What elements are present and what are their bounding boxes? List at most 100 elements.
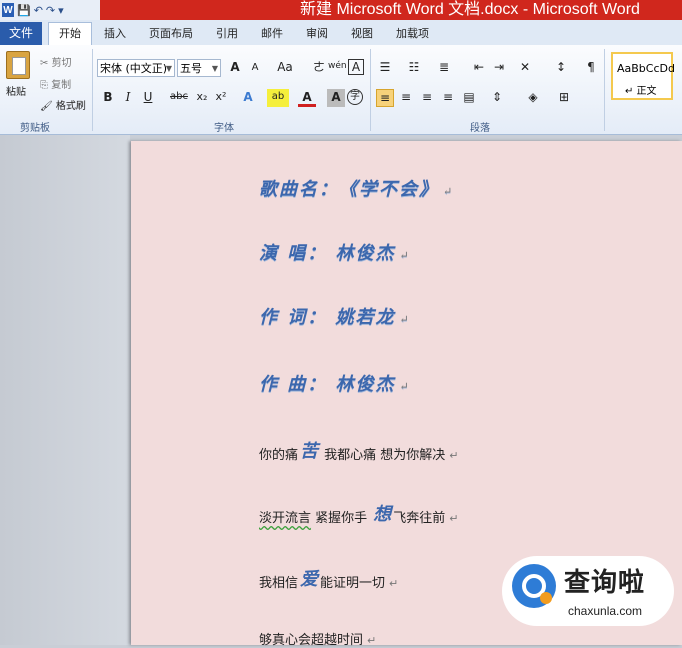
bullets-icon[interactable]: ☰ [376, 59, 394, 77]
quick-access-toolbar: W 💾 ↶ ↷ ▾ [0, 0, 100, 20]
show-marks-icon[interactable]: ¶ [582, 59, 600, 77]
paragraph-group-label: 段落 [470, 123, 490, 134]
font-size-value: 五号 [180, 62, 202, 75]
lyric-2-emphasis: 想 [373, 504, 392, 525]
lyric-2c: 飞奔往前 [393, 511, 446, 526]
style-sample: AaBbCcDd [617, 62, 675, 75]
undo-icon[interactable]: ↶ [34, 4, 43, 17]
font-color-button[interactable]: A [298, 89, 316, 107]
watermark-text: 查询啦 [564, 568, 646, 598]
shrink-font-button[interactable]: A [246, 60, 264, 78]
document-gutter [0, 135, 130, 645]
lyric-2a: 淡开流言 [259, 511, 312, 526]
increase-indent-icon[interactable]: ⇥ [490, 59, 508, 77]
subscript-button[interactable]: x₂ [193, 89, 211, 107]
watermark-logo: 查询啦 chaxunla.com [502, 556, 674, 626]
paste-button[interactable]: 粘贴 [6, 83, 26, 98]
song-title: 歌曲名：《学不会》 [259, 179, 439, 200]
lyric-3b: 能证明一切 [320, 576, 386, 591]
paragraph-mark: ↵ [399, 249, 411, 262]
song-title-line: 歌曲名：《学不会》 ↵ [259, 175, 454, 201]
grow-font-button[interactable]: A [226, 59, 244, 77]
justify-icon[interactable]: ≡ [439, 89, 457, 107]
strikethrough-button[interactable]: abc [167, 89, 191, 107]
paragraph-mark: ↵ [399, 380, 411, 393]
redo-icon[interactable]: ↷ [46, 4, 55, 17]
paragraph-mark: ↵ [449, 512, 459, 525]
lyric-line-1: 你的痛苦 我都心痛 想为你解决 ↵ [259, 437, 459, 463]
lyric-4: 够真心会超越时间 [259, 633, 364, 648]
enclose-characters-button[interactable]: 字 [347, 89, 363, 105]
phonetic-guide-button[interactable]: wén [328, 58, 347, 76]
cut-button[interactable]: ✂ 剪切 [40, 54, 72, 69]
group-divider [604, 49, 605, 131]
tab-home[interactable]: 开始 [48, 22, 92, 45]
tab-review[interactable]: 审阅 [306, 25, 328, 41]
paragraph-mark: ↵ [367, 634, 377, 647]
font-size-select[interactable]: 五号 ▼ [177, 59, 221, 77]
save-icon[interactable]: 💾 [17, 4, 31, 17]
composer-text: 作 曲： 林俊杰 [259, 374, 396, 395]
paste-icon[interactable] [6, 51, 30, 79]
distributed-icon[interactable]: ▤ [460, 89, 478, 107]
numbering-icon[interactable]: ☷ [405, 59, 423, 77]
singer-text: 演 唱： 林俊杰 [259, 243, 396, 264]
character-border-button[interactable]: A [348, 59, 364, 75]
tab-addins[interactable]: 加载项 [396, 25, 429, 41]
line-spacing-icon[interactable]: ⇕ [488, 89, 506, 107]
title-bar: W 💾 ↶ ↷ ▾ 新建 Microsoft Word 文档.docx - Mi… [0, 0, 682, 20]
italic-button[interactable]: I [119, 89, 137, 107]
lyric-1b: 我都心痛 想为你解决 [320, 448, 446, 463]
copy-button[interactable]: ⎘ 复制 [40, 76, 71, 91]
word-app-icon[interactable]: W [2, 3, 14, 17]
paragraph-mark: ↵ [389, 577, 399, 590]
sort-icon[interactable]: ↕ [552, 59, 570, 77]
highlight-button[interactable]: ab [267, 89, 289, 107]
chevron-down-icon: ▼ [211, 64, 218, 73]
decrease-indent-icon[interactable]: ⇤ [470, 59, 488, 77]
customize-toolbar-icon[interactable]: ▾ [58, 4, 64, 17]
window-title: 新建 Microsoft Word 文档.docx - Microsoft Wo… [300, 1, 640, 18]
lyric-line-4: 够真心会超越时间 ↵ [259, 629, 376, 648]
font-group-label: 字体 [214, 123, 234, 134]
clear-format-button[interactable]: ㄜ [310, 59, 328, 77]
lyric-line-3: 我相信爱能证明一切 ↵ [259, 565, 398, 591]
tab-insert[interactable]: 插入 [104, 25, 126, 41]
watermark-url: chaxunla.com [568, 604, 643, 618]
text-effects-button[interactable]: A [239, 89, 257, 107]
lyricist-text: 作 词： 姚若龙 [259, 307, 396, 328]
change-case-button[interactable]: Aa [274, 59, 296, 77]
tab-mailings[interactable]: 邮件 [261, 25, 283, 41]
align-center-icon[interactable]: ≡ [397, 89, 415, 107]
lyricist-line: 作 词： 姚若龙 ↵ [259, 303, 411, 329]
multilevel-list-icon[interactable]: ≣ [435, 59, 453, 77]
tab-file[interactable]: 文件 [0, 22, 42, 45]
ribbon: 粘贴 ✂ 剪切 ⎘ 复制 🖌 格式刷 剪贴板 宋体 (中文正) ▼ 五号 ▼ A A… [0, 45, 682, 135]
tab-page-layout[interactable]: 页面布局 [149, 25, 193, 41]
paragraph-mark: ↵ [443, 185, 455, 198]
font-name-value: 宋体 (中文正) [100, 62, 168, 75]
paragraph-mark: ↵ [399, 313, 411, 326]
superscript-button[interactable]: x² [212, 89, 230, 107]
font-name-select[interactable]: 宋体 (中文正) ▼ [97, 59, 175, 77]
format-painter-button[interactable]: 🖌 格式刷 [40, 97, 86, 112]
character-shading-button[interactable]: A [327, 89, 345, 107]
tab-view[interactable]: 视图 [351, 25, 373, 41]
lyric-line-2: 淡开流言 紧握你手 想飞奔往前 ↵ [259, 500, 459, 526]
search-icon [512, 564, 556, 608]
paragraph-shading-icon[interactable]: ◈ [524, 89, 542, 107]
align-right-icon[interactable]: ≡ [418, 89, 436, 107]
group-divider [370, 49, 371, 131]
lyric-1a: 你的痛 [259, 448, 299, 463]
underline-button[interactable]: U [139, 89, 157, 107]
copy-label: 复制 [51, 80, 72, 91]
tab-references[interactable]: 引用 [216, 25, 238, 41]
bold-button[interactable]: B [99, 89, 117, 107]
group-divider [92, 49, 93, 131]
ribbon-tabs: 文件 开始 插入 页面布局 引用 邮件 审阅 视图 加载项 [0, 20, 682, 45]
borders-icon[interactable]: ⊞ [555, 89, 573, 107]
singer-line: 演 唱： 林俊杰 ↵ [259, 239, 411, 265]
style-normal[interactable]: AaBbCcDd ↵ 正文 [611, 52, 675, 100]
chinese-layout-icon[interactable]: ✕ [516, 59, 534, 77]
align-left-icon[interactable]: ≡ [376, 89, 394, 107]
